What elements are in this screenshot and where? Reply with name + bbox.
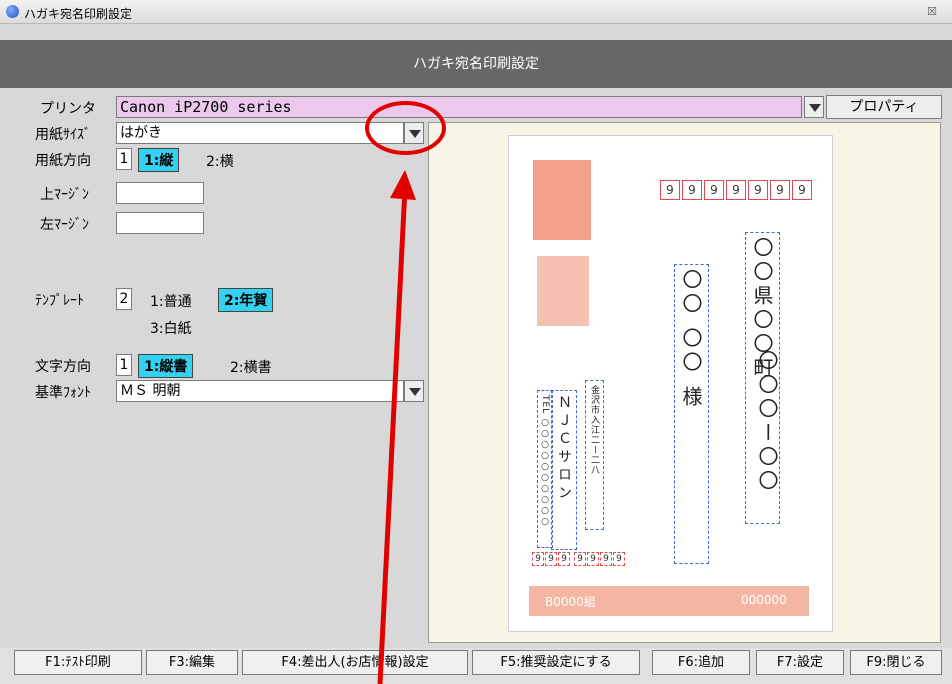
- template-input[interactable]: 2: [116, 288, 132, 310]
- printer-field[interactable]: Canon iP2700 series: [116, 96, 802, 118]
- f6-add-button[interactable]: F6:追加: [652, 650, 750, 675]
- left-margin-label: 左ﾏｰｼﾞﾝ: [40, 217, 89, 233]
- orientation-option-portrait[interactable]: 1:縦: [138, 148, 180, 172]
- text-direction-option-vertical[interactable]: 1:縦書: [138, 354, 194, 378]
- close-icon[interactable]: ☒: [918, 2, 946, 22]
- stamp-image: [533, 160, 591, 240]
- sender-zip-digit-4: 9: [574, 552, 586, 566]
- left-margin-input[interactable]: [116, 212, 204, 234]
- font-label: 基準ﾌｫﾝﾄ: [35, 385, 91, 401]
- f9-close-button[interactable]: F9:閉じる: [850, 650, 942, 675]
- template-label: ﾃﾝﾌﾟﾚｰﾄ: [35, 293, 84, 309]
- zip-digit-2: 9: [682, 180, 702, 200]
- zip-digit-3: 9: [704, 180, 724, 200]
- template-option-normal[interactable]: 1:普通: [150, 291, 192, 311]
- sender-zip-digit-7: 9: [613, 552, 625, 566]
- text-direction-input[interactable]: 1: [116, 354, 132, 376]
- f1-test-print-button[interactable]: F1:ﾃｽﾄ印刷: [14, 650, 142, 675]
- lottery-number: 000000: [741, 593, 787, 607]
- annotation-arrow: [377, 170, 416, 684]
- sender-zip-digit-5: 9: [587, 552, 599, 566]
- zip-digit-6: 9: [770, 180, 790, 200]
- zip-digit-5: 9: [748, 180, 768, 200]
- sender-zip-digit-3: 9: [558, 552, 570, 566]
- zip-digit-1: 9: [660, 180, 680, 200]
- paper-size-field[interactable]: はがき: [116, 122, 404, 144]
- sender-tel: TEL ○○○○○○○○○○: [537, 390, 553, 548]
- template-option-newyear[interactable]: 2:年賀: [218, 288, 274, 312]
- window-title: ハガキ宛名印刷設定: [24, 7, 133, 21]
- paper-size-label: 用紙ｻｲｽﾞ: [35, 127, 91, 143]
- page-title: ハガキ宛名印刷設定: [0, 40, 952, 88]
- top-margin-input[interactable]: [116, 182, 204, 204]
- template-option-blank[interactable]: 3:白紙: [150, 318, 192, 338]
- sender-name: ＮＪＣサロン: [551, 390, 577, 550]
- recipient-name: 〇〇 〇〇 様: [674, 264, 709, 564]
- text-direction-label: 文字方向: [35, 359, 91, 375]
- lottery-code: B0000組: [545, 595, 596, 609]
- printer-dropdown-button[interactable]: [804, 96, 824, 118]
- window-titlebar: ハガキ宛名印刷設定 ☒: [0, 0, 952, 24]
- newyear-mark-image: [537, 256, 589, 326]
- top-margin-label: 上ﾏｰｼﾞﾝ: [40, 187, 89, 203]
- sender-zip-digit-6: 9: [600, 552, 612, 566]
- sender-address: 金沢市入江二ー二八: [585, 380, 604, 530]
- f5-recommended-settings-button[interactable]: F5:推奨設定にする: [472, 650, 640, 675]
- orientation-input[interactable]: 1: [116, 148, 132, 170]
- printer-label: プリンタ: [40, 101, 96, 117]
- sender-zip-digit-2: 9: [545, 552, 557, 566]
- orientation-option-landscape[interactable]: 2:横: [206, 151, 234, 171]
- lottery-strip: B0000組 000000: [529, 586, 809, 616]
- zip-digit-4: 9: [726, 180, 746, 200]
- app-icon: [6, 5, 19, 18]
- zip-digit-7: 9: [792, 180, 812, 200]
- properties-button[interactable]: プロパティ: [826, 95, 942, 119]
- orientation-label: 用紙方向: [35, 153, 91, 169]
- f3-edit-button[interactable]: F3:編集: [146, 650, 238, 675]
- annotation-circle: [365, 101, 446, 155]
- recipient-address-number: 〇〇〇ー〇〇: [755, 350, 779, 494]
- text-direction-option-horizontal[interactable]: 2:横書: [230, 357, 272, 377]
- f7-settings-button[interactable]: F7:設定: [756, 650, 844, 675]
- sender-zip-digit-1: 9: [532, 552, 544, 566]
- f4-sender-settings-button[interactable]: F4:差出人(お店情報)設定: [242, 650, 468, 675]
